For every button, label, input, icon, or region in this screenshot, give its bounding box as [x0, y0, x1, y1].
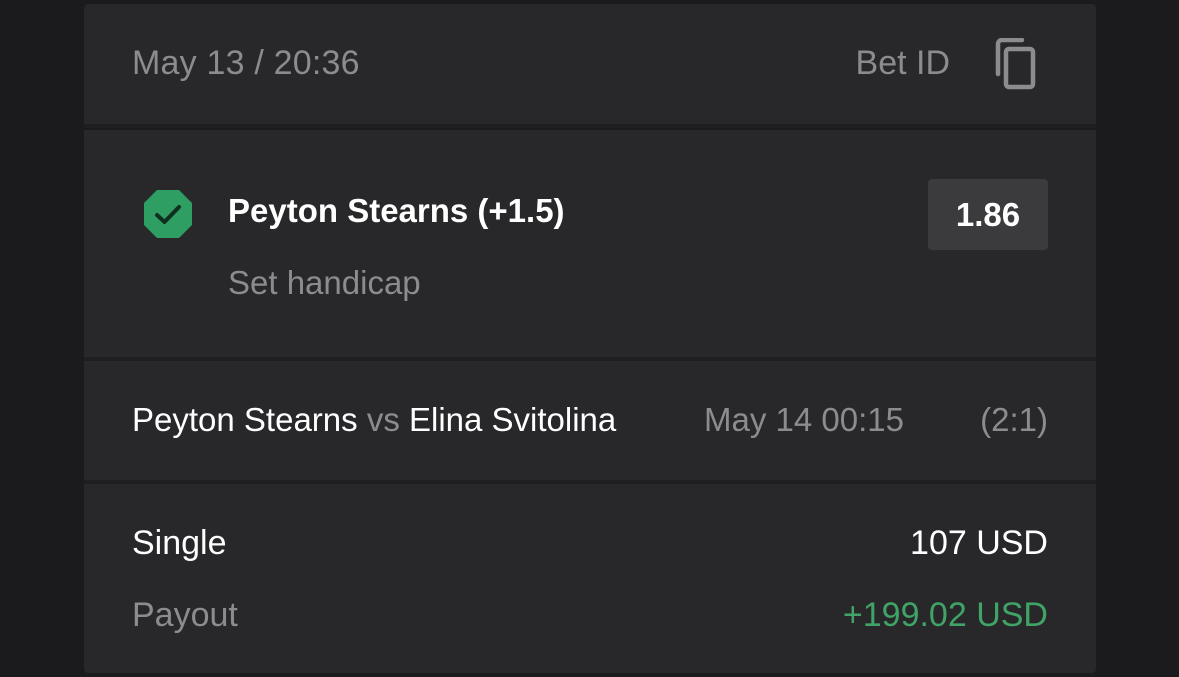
stake-section: Single 107 USD Payout +199.02 USD — [84, 484, 1096, 673]
away-player: Elina Svitolina — [408, 401, 617, 438]
selection-section: Peyton Stearns (+1.5) Set handicap 1.86 — [84, 130, 1096, 357]
event-start-time: May 14 00:15 — [704, 401, 904, 438]
divider — [84, 124, 1096, 128]
event-section: Peyton Stearns vs Elina Svitolina May 14… — [84, 361, 1096, 480]
event-score: (2:1) — [980, 401, 1048, 438]
bet-history-page: May 13 / 20:36 Bet ID Peyton Stearns (+1… — [0, 0, 1179, 677]
check-octagon-icon — [142, 188, 194, 240]
odds-badge: 1.86 — [928, 179, 1048, 250]
payout-value: +199.02 USD — [842, 596, 1048, 634]
stake-amount: 107 USD — [910, 524, 1048, 562]
payout-label: Payout — [132, 596, 238, 634]
selection-name: Peyton Stearns (+1.5) — [228, 192, 565, 229]
bet-type: Single — [132, 524, 227, 562]
event-teams: Peyton Stearns vs Elina Svitolina — [132, 401, 616, 439]
market-name: Set handicap — [228, 264, 421, 301]
bet-card: May 13 / 20:36 Bet ID Peyton Stearns (+1… — [84, 4, 1096, 673]
copy-icon[interactable] — [992, 37, 1038, 92]
vs-label: vs — [366, 401, 400, 438]
home-player: Peyton Stearns — [132, 401, 358, 438]
bet-date: May 13 / 20:36 — [132, 44, 360, 82]
bet-id-label: Bet ID — [855, 44, 950, 82]
bet-header: May 13 / 20:36 Bet ID — [84, 4, 1096, 124]
